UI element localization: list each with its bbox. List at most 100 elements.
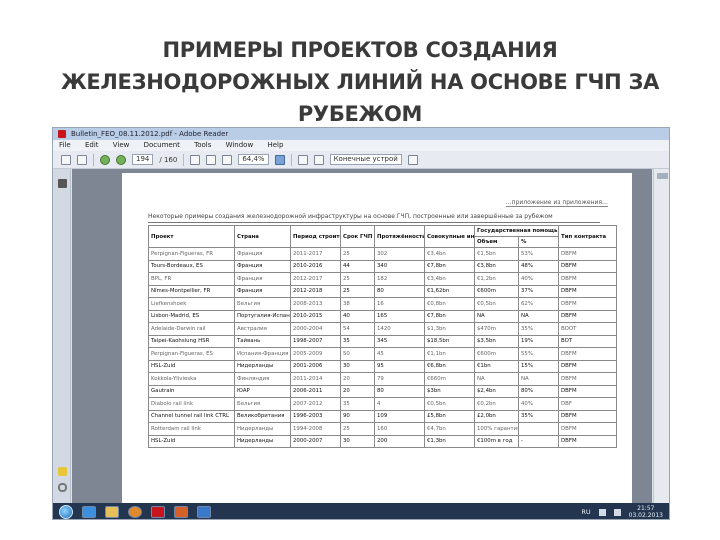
menu-edit[interactable]: Edit (85, 141, 99, 149)
table-cell: Liefkenshoek (148, 297, 235, 311)
table-cell: DBFM (558, 297, 618, 311)
table-cell: DBFM (558, 359, 618, 373)
table-row: Lisbon-Madrid, ESПортугалия-Испания2010-… (148, 309, 618, 323)
table-cell: 2012-2017 (290, 272, 341, 286)
start-button-icon[interactable] (59, 505, 73, 519)
caption-rule (148, 222, 600, 223)
table-cell: €7,8bn (424, 259, 475, 273)
table-cell: 20 (340, 372, 375, 386)
toolbar: 194 / 160 64,4% Конечные устрой (53, 151, 669, 169)
table-cell: Kokkola-Ylivieska (148, 372, 235, 386)
table-cell: 40 (340, 309, 375, 323)
menu-view[interactable]: View (113, 141, 130, 149)
table-cell: €660m (424, 372, 475, 386)
adobe-reader-taskbar-icon[interactable] (151, 506, 165, 518)
zoom-out-icon[interactable] (222, 154, 233, 165)
browser-icon[interactable] (82, 506, 96, 518)
table-cell: Тайвань (234, 334, 291, 348)
page-number-input[interactable]: 194 (132, 154, 154, 165)
vertical-scrollbar[interactable] (653, 169, 669, 503)
pdf-page: …приложение из приложения… Некоторые при… (122, 173, 632, 503)
group-header: Государственная помощь (473, 225, 560, 237)
table-cell: 302 (374, 247, 425, 261)
pages-panel-icon[interactable] (58, 179, 67, 188)
table-cell: DBFM (558, 422, 618, 436)
table-cell: 30 (340, 359, 375, 373)
table-cell: €3,4bn (424, 247, 475, 261)
scroll-thumb[interactable] (657, 173, 668, 179)
powerpoint-icon[interactable] (174, 506, 188, 518)
table-row: HSL-Zuid Нидерланды 2001-2006 30 95 €6,8bn €1b… (148, 359, 618, 373)
menu-help[interactable]: Help (267, 141, 283, 149)
select-tool-icon[interactable] (190, 154, 201, 165)
table-cell: $3bn (424, 384, 475, 398)
table-cell: Франция (234, 259, 291, 273)
col-header: Объем (474, 236, 519, 248)
table-row: Channel tunnel rail link CTRL Великобрита… (148, 409, 618, 423)
table-cell: BOT (558, 334, 618, 348)
table-cell: ЮАР (234, 384, 291, 398)
table-cell: 15% (517, 359, 560, 373)
language-indicator[interactable]: RU (581, 508, 590, 516)
table-cell: €0,5bn (474, 297, 519, 311)
table-cell: 80 (374, 284, 425, 298)
document-icon[interactable] (197, 506, 211, 518)
prev-page-icon[interactable] (100, 154, 110, 165)
table-cell: €1,5bn (474, 247, 519, 261)
col-header: % (517, 236, 560, 248)
email-icon[interactable] (77, 154, 87, 165)
hand-tool-icon[interactable] (206, 154, 217, 165)
zoom-input[interactable]: 64,4% (238, 154, 269, 165)
flag-icon[interactable] (598, 508, 606, 516)
table-cell: Nîmes-Montpellier, FR (148, 284, 235, 298)
fit-width-icon[interactable] (313, 154, 324, 165)
table-cell: 38 (340, 297, 375, 311)
attachment-icon[interactable] (58, 483, 67, 492)
table-cell: 1996-2003 (290, 409, 341, 423)
table-cell: Нидерланды (234, 359, 291, 373)
menu-document[interactable]: Document (144, 141, 180, 149)
table-cell: 1994-2008 (290, 422, 341, 436)
table-cell: 45 (374, 347, 425, 361)
table-cell: 53% (517, 247, 560, 261)
find-input[interactable]: Конечные устрой (329, 154, 402, 165)
menu-file[interactable]: File (59, 141, 71, 149)
table-cell: DBFM (558, 284, 618, 298)
fit-page-icon[interactable] (297, 154, 308, 165)
table-cell: €600m (474, 347, 519, 361)
table-cell: 40% (517, 397, 560, 411)
volume-icon[interactable] (613, 508, 621, 516)
document-area: …приложение из приложения… Некоторые при… (72, 169, 652, 503)
table-row: Perpignan-Figueras, ES Испания-Франция 200… (148, 347, 618, 361)
table-cell: Rotterdam rail link (148, 422, 235, 436)
table-cell: 2007-2012 (290, 397, 341, 411)
table-cell: €7,8bn (424, 309, 475, 323)
col-header: Протяжённость магистрали, км (374, 225, 425, 248)
next-page-icon[interactable] (116, 154, 126, 165)
col-header: Срок ГЧП (340, 225, 375, 248)
table-cell: Португалия-Испания (234, 309, 291, 323)
table-cell: €4,7bn (424, 422, 475, 436)
clock-time: 21:57 (637, 505, 655, 512)
find-dropdown-icon[interactable] (407, 154, 418, 165)
folder-icon[interactable] (105, 506, 119, 518)
zoom-in-icon[interactable] (274, 154, 285, 165)
table-cell: Нидерланды (234, 422, 291, 436)
table-cell: 1998-2007 (290, 334, 341, 348)
menu-window[interactable]: Window (226, 141, 254, 149)
table-cell: 35 (340, 397, 375, 411)
table-cell: 62% (517, 297, 560, 311)
menu-tools[interactable]: Tools (194, 141, 211, 149)
table-cell: $3,5bn (474, 334, 519, 348)
media-player-icon[interactable] (128, 506, 142, 518)
table-cell: DBFM (558, 309, 618, 323)
table-cell: 35 (340, 334, 375, 348)
comment-icon[interactable] (58, 467, 67, 476)
table-cell: 182 (374, 272, 425, 286)
print-icon[interactable] (61, 154, 71, 165)
table-cell: Австралия (234, 322, 291, 336)
table-row: Rotterdam rail link Нидерланды 1994-2008 25… (148, 422, 618, 436)
table-cell: €1,2bn (474, 272, 519, 286)
clock[interactable]: 21:57 03.02.2013 (629, 505, 663, 519)
table-cell: Perpignan-Figueras, ES (148, 347, 235, 361)
